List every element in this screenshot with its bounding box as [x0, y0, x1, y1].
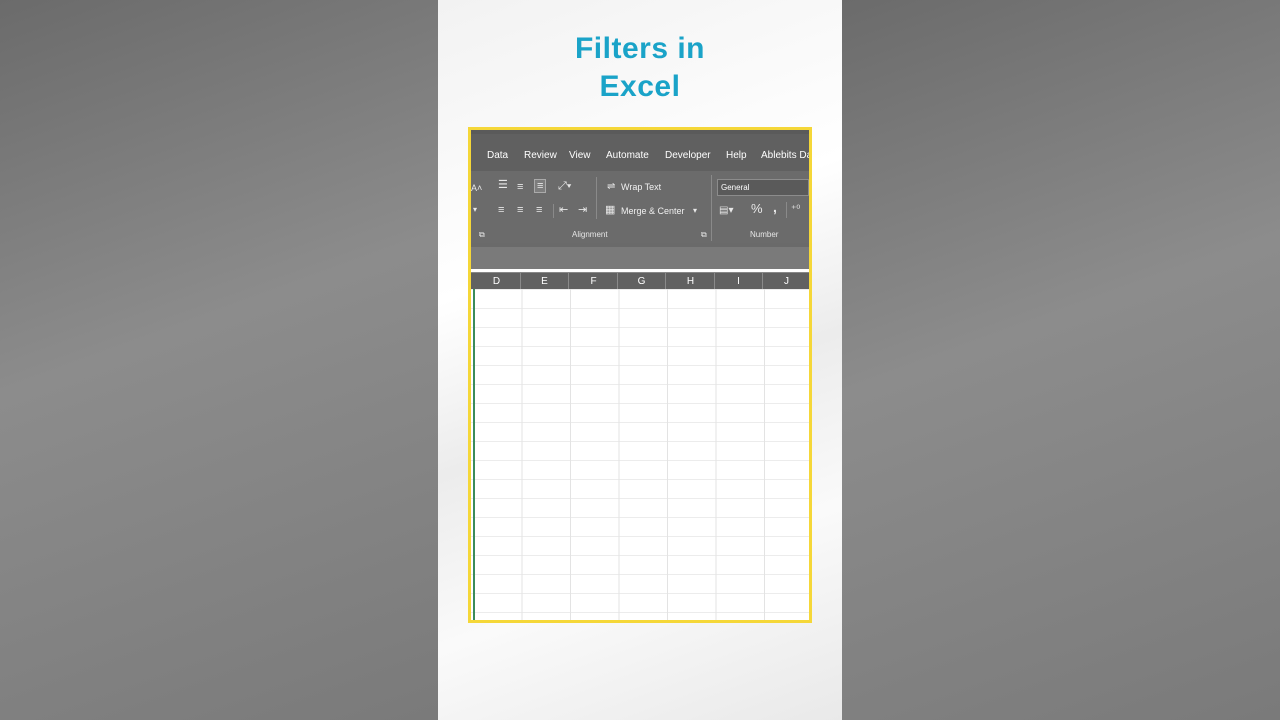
column-header-e[interactable]: E [521, 273, 569, 290]
divider [596, 177, 597, 219]
tab-developer[interactable]: Developer [665, 150, 711, 161]
tab-help[interactable]: Help [726, 150, 747, 161]
video-title: Filters in Excel [438, 30, 842, 106]
comma-style-button[interactable]: , [773, 200, 777, 214]
divider [711, 175, 712, 241]
column-header-i[interactable]: I [715, 273, 763, 290]
merge-center-button[interactable]: Merge & Center [621, 206, 685, 216]
column-header-h[interactable]: H [667, 273, 715, 290]
column-header-j[interactable]: J [763, 273, 809, 290]
wrap-text-icon: ⇌ [607, 181, 616, 192]
merge-dropdown-icon[interactable]: ▾ [693, 205, 697, 217]
tab-automate[interactable]: Automate [606, 150, 649, 161]
tab-data[interactable]: Data [487, 150, 508, 161]
right-background [842, 0, 1280, 720]
excel-screenshot-frame: Data Review View Automate Developer Help… [468, 127, 812, 623]
tab-view[interactable]: View [569, 150, 591, 161]
align-middle-icon[interactable]: ≡ [517, 181, 523, 193]
title-bar-strip [471, 130, 809, 134]
orientation-icon[interactable]: ⤢▾ [558, 180, 571, 192]
column-header-g[interactable]: G [618, 273, 666, 290]
align-bottom-icon[interactable]: ≡ [534, 179, 547, 193]
decrease-indent-icon[interactable]: ⇤ [559, 204, 568, 216]
divider [553, 204, 554, 218]
tab-ablebits-data[interactable]: Ablebits Da [761, 150, 809, 161]
number-format-select[interactable]: General [717, 179, 809, 196]
number-group-label: Number [750, 230, 779, 239]
percent-style-button[interactable]: % [751, 202, 763, 215]
font-dialog-launcher-icon[interactable]: ⧉ [479, 229, 485, 241]
alignment-dialog-launcher-icon[interactable]: ⧉ [701, 229, 707, 241]
formula-bar[interactable] [471, 243, 809, 269]
title-line-1: Filters in [574, 32, 706, 65]
column-header-row: D E F G H I J [471, 272, 809, 290]
ribbon-tab-bar: Data Review View Automate Developer Help… [471, 130, 809, 171]
font-size-icon[interactable]: A˄ [471, 182, 482, 194]
selection-border [473, 289, 475, 620]
column-header-d[interactable]: D [473, 273, 521, 290]
merge-center-icon: ▦ [605, 204, 616, 216]
accounting-format-icon[interactable]: ▤▾ [719, 205, 733, 217]
ribbon-home: A˄ ☰ ≡ ≡ ⤢▾ ⇌ Wrap Text ▾ ≡ ≡ ≡ ⇤ ⇥ ▦ Me… [471, 171, 809, 243]
alignment-group-label: Alignment [572, 230, 608, 239]
tab-review[interactable]: Review [524, 150, 557, 161]
increase-indent-icon[interactable]: ⇥ [578, 204, 587, 216]
wrap-text-button[interactable]: Wrap Text [621, 182, 661, 192]
align-top-icon[interactable]: ☰ [498, 179, 508, 191]
chevron-down-icon[interactable]: ▾ [473, 204, 477, 216]
align-center-icon[interactable]: ≡ [517, 204, 523, 216]
align-left-icon[interactable]: ≡ [498, 204, 504, 216]
increase-decimal-icon[interactable]: ⁺⁰ [791, 204, 800, 216]
divider [786, 202, 787, 218]
align-right-icon[interactable]: ≡ [536, 204, 542, 216]
worksheet-grid[interactable] [471, 289, 809, 620]
title-line-2: Excel [599, 70, 681, 103]
column-header-f[interactable]: F [570, 273, 618, 290]
left-background [0, 0, 438, 720]
